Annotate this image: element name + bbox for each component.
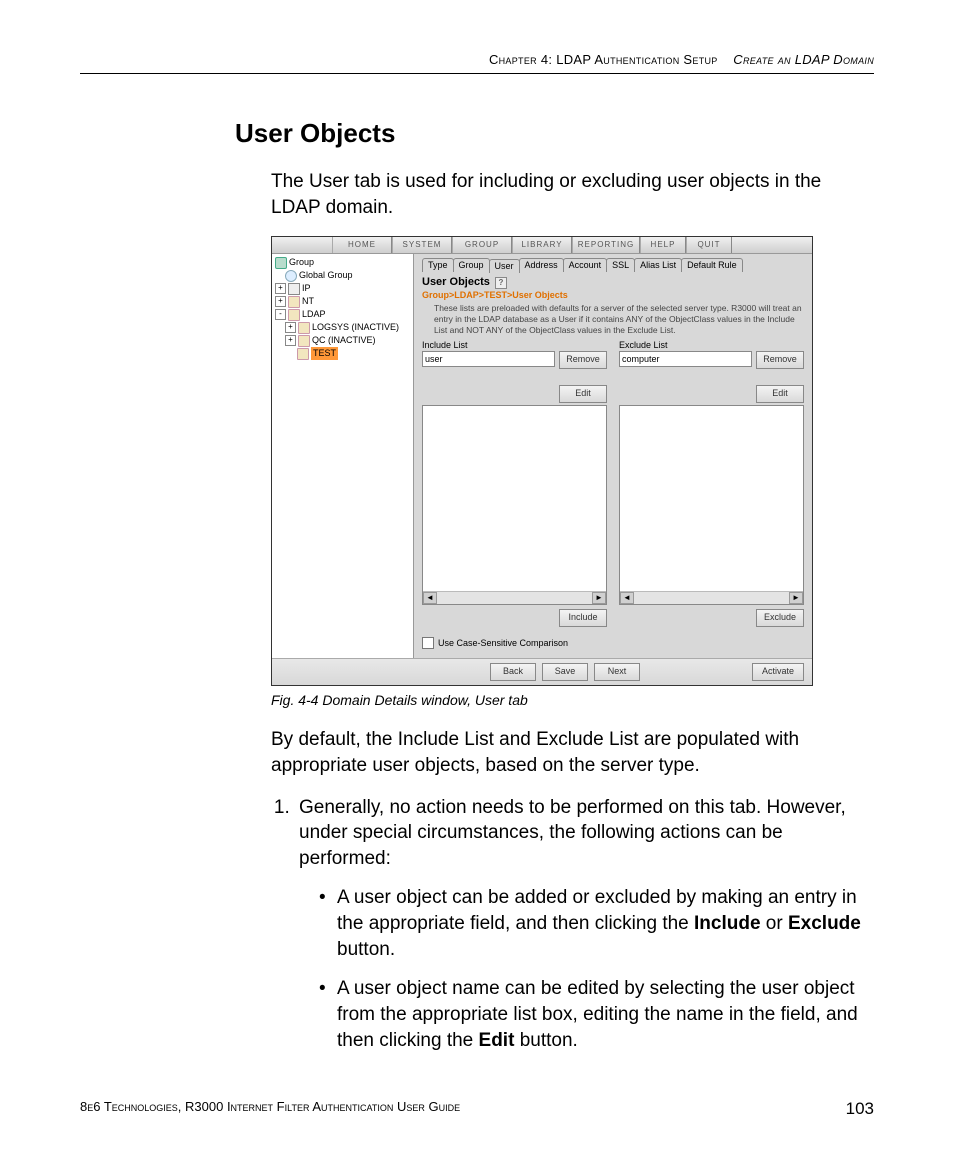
checkbox-label: Use Case-Sensitive Comparison	[438, 638, 568, 648]
tree-pane[interactable]: Group Global Group + IP +	[272, 254, 414, 658]
header-section: Create an LDAP Domain	[733, 52, 874, 67]
scroll-right-icon[interactable]: ►	[789, 592, 803, 604]
tree-global-group[interactable]: Global Group	[275, 269, 410, 282]
expand-icon[interactable]: +	[285, 322, 296, 333]
case-sensitive-row[interactable]: Use Case-Sensitive Comparison	[422, 637, 804, 649]
computer-icon	[288, 283, 300, 295]
tab-account[interactable]: Account	[563, 258, 608, 272]
collapse-icon[interactable]: -	[275, 309, 286, 320]
tree-test[interactable]: TEST	[275, 347, 410, 360]
tab-address[interactable]: Address	[519, 258, 564, 272]
expand-icon[interactable]: +	[285, 335, 296, 346]
footer: 8e6 Technologies, R3000 Internet Filter …	[80, 1099, 874, 1119]
tab-aliaslist[interactable]: Alias List	[634, 258, 682, 272]
list-item: Generally, no action needs to be perform…	[295, 795, 874, 1054]
expand-icon[interactable]: +	[275, 296, 286, 307]
footer-text: 8e6 Technologies, R3000 Internet Filter …	[80, 1099, 460, 1114]
people-icon	[288, 296, 300, 308]
scrollbar[interactable]: ◄ ►	[620, 591, 803, 604]
tab-type[interactable]: Type	[422, 258, 454, 272]
bullet-item: A user object can be added or excluded b…	[319, 885, 874, 962]
include-input[interactable]	[422, 351, 555, 367]
exclude-column: Exclude List Remove Edit ◄	[619, 340, 804, 627]
people-icon	[298, 335, 310, 347]
section-title: User Objects	[235, 118, 874, 149]
globe-icon	[285, 270, 297, 282]
panel-description: These lists are preloaded with defaults …	[434, 303, 804, 336]
back-button[interactable]: Back	[490, 663, 536, 681]
toolbar-help[interactable]: HELP	[640, 237, 686, 253]
toolbar-quit[interactable]: QUIT	[686, 237, 732, 253]
paragraph-after: By default, the Include List and Exclude…	[271, 727, 874, 778]
top-toolbar: HOME SYSTEM GROUP LIBRARY REPORTING HELP…	[272, 237, 812, 254]
toolbar-system[interactable]: SYSTEM	[392, 237, 452, 253]
scroll-left-icon[interactable]: ◄	[620, 592, 634, 604]
activate-button[interactable]: Activate	[752, 663, 804, 681]
exclude-button[interactable]: Exclude	[756, 609, 804, 627]
toolbar-group[interactable]: GROUP	[452, 237, 512, 253]
bullet-list: A user object can be added or excluded b…	[319, 885, 874, 1053]
scrollbar[interactable]: ◄ ►	[423, 591, 606, 604]
toolbar-home[interactable]: HOME	[332, 237, 392, 253]
include-edit-button[interactable]: Edit	[559, 385, 607, 403]
bottom-button-row: Back Save Next Activate	[272, 658, 812, 685]
numbered-list: Generally, no action needs to be perform…	[295, 795, 874, 1054]
toolbar-library[interactable]: LIBRARY	[512, 237, 572, 253]
page-number: 103	[846, 1099, 874, 1119]
main-panel: Type Group User Address Account SSL Alia…	[414, 254, 812, 658]
tree-root[interactable]: Group	[275, 256, 410, 269]
running-header: Chapter 4: LDAP Authentication Setup Cre…	[80, 52, 874, 74]
exclude-listbox[interactable]: ◄ ►	[619, 405, 804, 605]
tab-defaultrule[interactable]: Default Rule	[681, 258, 743, 272]
include-column: Include List Remove Edit ◄	[422, 340, 607, 627]
header-chapter: Chapter 4: LDAP Authentication Setup	[489, 52, 718, 67]
tree-nt[interactable]: + NT	[275, 295, 410, 308]
checkbox[interactable]	[422, 637, 434, 649]
people-icon	[298, 322, 310, 334]
people-icon	[297, 348, 309, 360]
save-button[interactable]: Save	[542, 663, 588, 681]
scroll-left-icon[interactable]: ◄	[423, 592, 437, 604]
include-remove-button[interactable]: Remove	[559, 351, 607, 369]
figure-caption: Fig. 4-4 Domain Details window, User tab	[271, 692, 874, 708]
help-icon[interactable]: ?	[495, 277, 507, 289]
exclude-label: Exclude List	[619, 340, 804, 350]
exclude-edit-button[interactable]: Edit	[756, 385, 804, 403]
include-label: Include List	[422, 340, 607, 350]
intro-paragraph: The User tab is used for including or ex…	[271, 169, 874, 220]
exclude-input[interactable]	[619, 351, 752, 367]
tab-group[interactable]: Group	[453, 258, 490, 272]
next-button[interactable]: Next	[594, 663, 640, 681]
people-icon	[288, 309, 300, 321]
exclude-remove-button[interactable]: Remove	[756, 351, 804, 369]
expand-icon[interactable]: +	[275, 283, 286, 294]
breadcrumb: Group>LDAP>TEST>User Objects	[422, 290, 804, 300]
tree-ip[interactable]: + IP	[275, 282, 410, 295]
tab-row: Type Group User Address Account SSL Alia…	[422, 258, 804, 272]
include-listbox[interactable]: ◄ ►	[422, 405, 607, 605]
toolbar-reporting[interactable]: REPORTING	[572, 237, 640, 253]
bullet-item: A user object name can be edited by sele…	[319, 976, 874, 1053]
panel-title: User Objects ?	[422, 276, 804, 289]
tab-ssl[interactable]: SSL	[606, 258, 635, 272]
tree-logsys[interactable]: + LOGSYS (INACTIVE)	[275, 321, 410, 334]
app-window: HOME SYSTEM GROUP LIBRARY REPORTING HELP…	[271, 236, 813, 686]
include-button[interactable]: Include	[559, 609, 607, 627]
tree-ldap[interactable]: - LDAP	[275, 308, 410, 321]
tab-user[interactable]: User	[489, 259, 520, 273]
tree-qc[interactable]: + QC (INACTIVE)	[275, 334, 410, 347]
group-icon	[275, 257, 287, 269]
scroll-right-icon[interactable]: ►	[592, 592, 606, 604]
